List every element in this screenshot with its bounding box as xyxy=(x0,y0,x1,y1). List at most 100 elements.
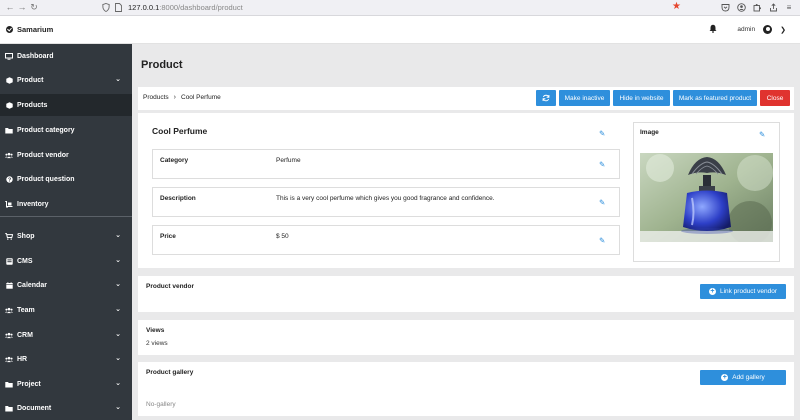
views-count: 2 views xyxy=(146,340,168,347)
sidebar-item-label: Product category xyxy=(17,126,75,134)
plus-circle-icon: + xyxy=(721,374,729,381)
header-right: admin ❯ xyxy=(709,24,786,35)
url-bar[interactable]: 127.0.0.1:8000/dashboard/product xyxy=(128,3,243,12)
breadcrumb-current: Cool Perfume xyxy=(181,94,221,101)
browser-toolbar: ← → ↻ 127.0.0.1:8000/dashboard/product ★… xyxy=(0,0,800,16)
refresh-button[interactable] xyxy=(536,90,556,106)
edit-name-pencil-icon[interactable]: ✎ xyxy=(599,130,607,138)
chevron-down-icon: ⌄ xyxy=(115,281,121,288)
edit-price-pencil-icon[interactable]: ✎ xyxy=(599,237,607,245)
sidebar-item-crm[interactable]: CRM ⌄ xyxy=(0,324,132,346)
user-avatar-icon[interactable] xyxy=(763,25,773,34)
page-icon xyxy=(112,2,124,14)
sidebar-item-hr[interactable]: HR ⌄ xyxy=(0,348,132,370)
folder-icon xyxy=(5,127,13,134)
close-button[interactable]: Close xyxy=(760,90,790,106)
product-gallery-title: Product gallery xyxy=(146,369,194,376)
sidebar-item-inventory[interactable]: Inventory xyxy=(0,193,132,215)
shield-icon[interactable] xyxy=(100,2,112,14)
sidebar-item-label: Shop xyxy=(17,232,35,240)
gallery-empty-text: No-gallery xyxy=(146,401,176,408)
forward-icon[interactable]: → xyxy=(16,2,28,14)
cube-icon xyxy=(5,76,13,84)
price-field: Price $ 50 ✎ xyxy=(152,225,620,255)
sidebar-item-label: Document xyxy=(17,404,52,412)
sidebar-item-products[interactable]: Products xyxy=(0,94,132,116)
brand[interactable]: Samarium xyxy=(6,25,53,34)
back-icon[interactable]: ← xyxy=(4,2,16,14)
hide-in-website-button[interactable]: Hide in website xyxy=(613,90,670,106)
price-value: $ 50 xyxy=(276,233,289,240)
sidebar-item-calendar[interactable]: Calendar ⌄ xyxy=(0,274,132,296)
plus-circle-icon: + xyxy=(708,288,716,295)
link-product-vendor-button[interactable]: + Link product vendor xyxy=(700,284,786,299)
chevron-down-icon[interactable]: ❯ xyxy=(780,26,786,34)
sidebar-item-label: CMS xyxy=(17,257,33,265)
sidebar-item-product-question[interactable]: ? Product question xyxy=(0,168,132,190)
product-image xyxy=(640,153,773,242)
sidebar-item-cms[interactable]: CMS ⌄ xyxy=(0,250,132,272)
sidebar-item-label: Dashboard xyxy=(17,52,54,60)
folder-icon xyxy=(5,381,13,388)
description-field: Description This is a very cool perfume … xyxy=(152,187,620,217)
share-icon[interactable] xyxy=(768,2,778,13)
make-inactive-button[interactable]: Make inactive xyxy=(559,90,610,106)
cube-icon xyxy=(5,101,13,109)
mark-featured-button[interactable]: Mark as featured product xyxy=(673,90,757,106)
product-gallery-card: Product gallery + Add gallery No-gallery xyxy=(138,362,794,416)
sidebar-item-label: Products xyxy=(17,101,48,109)
sidebar-item-label: Inventory xyxy=(17,200,49,208)
monitor-icon xyxy=(5,52,13,60)
refresh-icon xyxy=(542,94,550,102)
sidebar-item-label: Calendar xyxy=(17,281,47,289)
user-name[interactable]: admin xyxy=(737,26,755,33)
sidebar-item-product-vendor[interactable]: Product vendor xyxy=(0,144,132,166)
edit-description-pencil-icon[interactable]: ✎ xyxy=(599,199,607,207)
bookmark-star-icon[interactable]: ★ xyxy=(672,1,681,12)
sidebar-item-shop[interactable]: Shop ⌄ xyxy=(0,225,132,247)
category-label: Category xyxy=(160,157,189,164)
cart-icon xyxy=(5,232,13,240)
account-icon[interactable] xyxy=(736,2,746,13)
menu-icon[interactable]: ≡ xyxy=(784,2,794,13)
views-card: Views 2 views xyxy=(138,320,794,355)
sidebar-item-product-category[interactable]: Product category xyxy=(0,119,132,141)
sidebar: Dashboard Product ⌄ Products Product cat… xyxy=(0,44,132,420)
edit-image-pencil-icon[interactable]: ✎ xyxy=(759,131,767,139)
chevron-down-icon: ⌄ xyxy=(115,404,121,411)
page-title: Product xyxy=(141,59,183,71)
sidebar-item-label: Project xyxy=(17,380,41,388)
image-title: Image xyxy=(640,129,659,136)
category-value: Perfume xyxy=(276,157,301,164)
sidebar-item-label: Product xyxy=(17,76,44,84)
reload-icon[interactable]: ↻ xyxy=(28,2,40,14)
sidebar-item-label: CRM xyxy=(17,331,33,339)
sidebar-item-dashboard[interactable]: Dashboard xyxy=(0,45,132,67)
description-label: Description xyxy=(160,195,196,202)
edit-category-pencil-icon[interactable]: ✎ xyxy=(599,161,607,169)
sidebar-item-label: HR xyxy=(17,355,28,363)
sidebar-item-document[interactable]: Document ⌄ xyxy=(0,397,132,419)
calendar-icon xyxy=(5,281,13,289)
users-icon xyxy=(5,332,13,339)
chevron-down-icon: ⌄ xyxy=(115,306,121,313)
sidebar-item-project[interactable]: Project ⌄ xyxy=(0,373,132,395)
product-vendor-card: Product vendor + Link product vendor xyxy=(138,276,794,312)
add-gallery-button[interactable]: + Add gallery xyxy=(700,370,786,385)
sidebar-divider xyxy=(0,216,132,217)
sidebar-item-product[interactable]: Product ⌄ xyxy=(0,69,132,91)
pocket-icon[interactable] xyxy=(720,2,730,13)
sidebar-item-team[interactable]: Team ⌄ xyxy=(0,299,132,321)
chevron-down-icon: ⌄ xyxy=(115,76,121,83)
chevron-down-icon: ⌄ xyxy=(115,257,121,264)
product-vendor-title: Product vendor xyxy=(146,283,195,290)
link-product-vendor-label: Link product vendor xyxy=(719,288,778,295)
bell-icon[interactable] xyxy=(709,24,717,35)
breadcrumb-products[interactable]: Products xyxy=(143,94,169,101)
extension-icon[interactable] xyxy=(752,2,762,13)
users-icon xyxy=(5,307,13,314)
brand-name: Samarium xyxy=(17,25,54,34)
url-path: :8000/dashboard/product xyxy=(159,3,243,12)
chevron-down-icon: ⌄ xyxy=(115,232,121,239)
chevron-down-icon: ⌄ xyxy=(115,331,121,338)
